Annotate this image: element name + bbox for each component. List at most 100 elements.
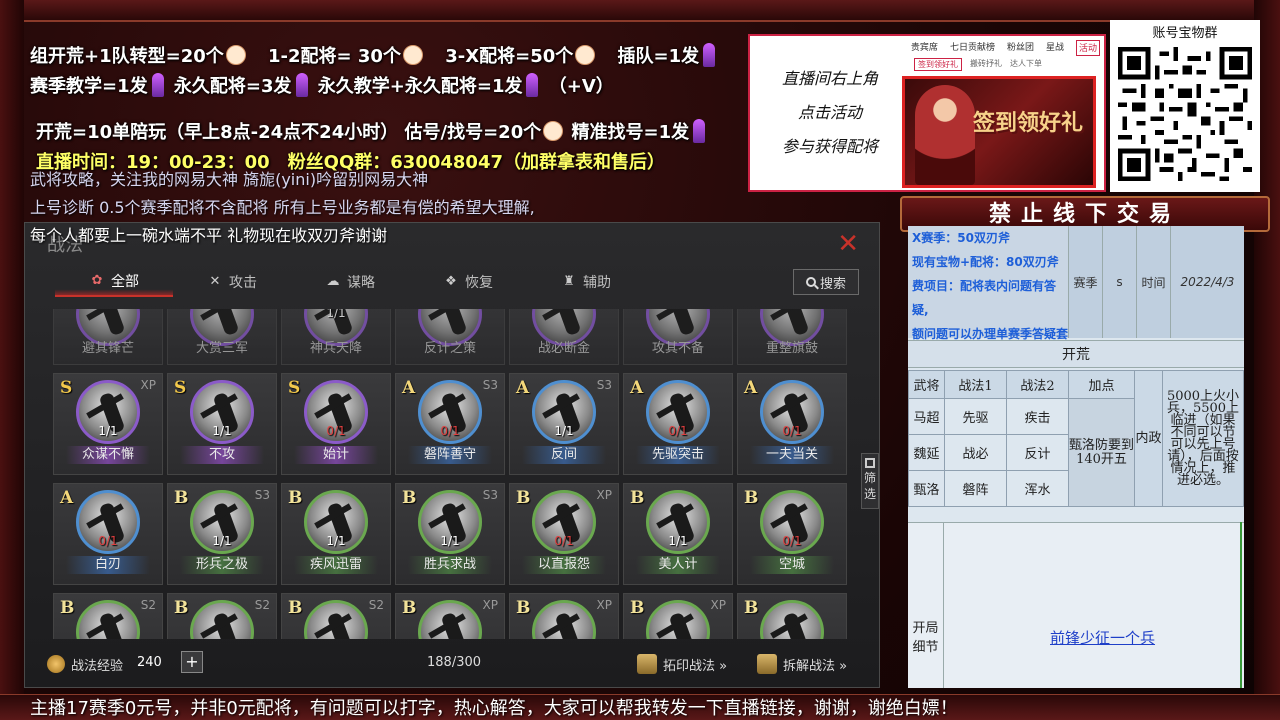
tactic-card[interactable]: A 0/1 一夫当关 (737, 373, 847, 475)
tactic-card[interactable]: B XP 0/1 以直报怨 (509, 483, 619, 585)
tactic-art-icon (304, 600, 368, 639)
sheet-header-cell: 时间 (1136, 226, 1170, 338)
tactic-grade: B (630, 488, 645, 508)
tactic-name: 美人计 (636, 556, 720, 574)
tactic-count: 1/1 (326, 309, 346, 320)
tactic-season: XP (140, 378, 156, 392)
tactic-grade: B (288, 488, 303, 508)
character-figure (915, 85, 975, 185)
tactics-window: 战法 ✕ ✿ 全部 ✕ 攻击 ☁ 谋略 ❖ 恢复 ♜ 辅助 搜索 避其锋芒 大赏三军 1/1 神… (24, 222, 880, 688)
tactic-card[interactable]: A 0/1 先驱突击 (623, 373, 733, 475)
tactic-card[interactable]: B XP (395, 593, 505, 639)
tactic-card[interactable]: B 0/1 空城 (737, 483, 847, 585)
search-icon (805, 277, 816, 287)
tactic-grade: A (630, 378, 644, 398)
tactic-card[interactable]: S XP 1/1 众谋不懈 (53, 373, 163, 475)
tactic-grade: B (744, 598, 759, 618)
qr-code-icon (1118, 47, 1252, 181)
tactic-count: 1/1 (440, 534, 460, 548)
tactic-card[interactable]: A 0/1 白刃 (53, 483, 163, 585)
tactic-grade: B (630, 598, 645, 618)
tactic-card[interactable]: A S3 1/1 反间 (509, 373, 619, 475)
tactic-card[interactable]: 攻其不备 (623, 309, 733, 365)
tab-all[interactable]: ✿ 全部 (55, 267, 173, 297)
tactic-count: 0/1 (668, 424, 688, 438)
event-banner[interactable]: 直播间右上角 点击活动 参与获得配将 贵宾席 七日贡献榜 粉丝团 星战 活动 签… (748, 34, 1106, 192)
rocket-icon (693, 119, 706, 143)
sheet-col-header: 加点 (1068, 370, 1135, 399)
tactic-card[interactable]: B S3 1/1 胜兵求战 (395, 483, 505, 585)
banner-subtab[interactable]: 搬砖抒礼 (970, 58, 1002, 71)
tactic-card[interactable]: 大赏三军 (167, 309, 277, 365)
tactic-name: 胜兵求战 (408, 556, 492, 574)
tactic-season: S2 (368, 598, 384, 612)
tactic-art-icon (532, 600, 596, 639)
add-exp-button[interactable]: + (181, 651, 203, 673)
loadout-sheet: X赛季：50双刃斧 现有宝物+配将：80双刃斧 费项目：配将表内问题有答疑, 额… (908, 226, 1244, 688)
tactic-card[interactable]: 重整旗鼓 (737, 309, 847, 365)
baby-emoji-icon (402, 45, 423, 65)
tactic-season: XP (710, 598, 726, 612)
tab-recovery[interactable]: ❖ 恢复 (409, 267, 527, 297)
tactic-name: 避其锋芒 (81, 341, 134, 356)
filter-button[interactable]: 筛选 (861, 453, 879, 509)
tactic-card[interactable]: 反计之策 (395, 309, 505, 365)
tactic-card[interactable]: B (737, 593, 847, 639)
banner-tab[interactable]: 贵宾席 (911, 40, 938, 56)
sheet-note: 5000上火小兵，5500上临进（如果不同可以节可以先上号请），后面按情况上，推… (1162, 370, 1244, 507)
tactic-card[interactable]: B S3 1/1 形兵之极 (167, 483, 277, 585)
tab-support[interactable]: ♜ 辅助 (527, 267, 645, 297)
banner-tab-activity[interactable]: 活动 (1075, 40, 1100, 56)
banner-subtab[interactable]: 达人下单 (1010, 58, 1042, 71)
tactic-season: S3 (596, 378, 612, 392)
exp-value: 240 (137, 655, 162, 670)
tactic-card[interactable]: 避其锋芒 (53, 309, 163, 365)
tactic-card[interactable]: B S2 (281, 593, 391, 639)
sheet-link[interactable]: 前锋少征一个兵 (1050, 627, 1155, 648)
tactic-card[interactable]: B XP (509, 593, 619, 639)
rocket-icon (151, 73, 164, 97)
tactic-card[interactable]: B XP (623, 593, 733, 639)
sheet-section-title: 开荒 (908, 340, 1244, 368)
tactic-card[interactable]: 战必断金 (509, 309, 619, 365)
tactic-card[interactable]: B 1/1 美人计 (623, 483, 733, 585)
banner-subtab[interactable]: 签到领好礼 (914, 58, 962, 71)
tactic-card[interactable]: S 1/1 不攻 (167, 373, 277, 475)
tactic-grid-viewport[interactable]: 避其锋芒 大赏三军 1/1 神兵天降 反计之策 战必断金 攻其不备 重整旗鼓 S XP 1/1 众谋不… (53, 309, 853, 639)
tactic-grade: B (60, 598, 75, 618)
disassemble-tactic-button[interactable]: 拆解战法 » (757, 651, 847, 677)
banner-promo-image[interactable]: 签到领好礼 (902, 76, 1096, 188)
tab-strategy[interactable]: ☁ 谋略 (291, 267, 409, 297)
tactic-card[interactable]: 1/1 神兵天降 (281, 309, 391, 365)
imprint-tactic-button[interactable]: 拓印战法 » (637, 651, 727, 677)
tactic-card[interactable]: B S2 (53, 593, 163, 639)
tactic-count: 0/1 (326, 424, 346, 438)
tactic-name: 疾风迅雷 (294, 556, 378, 574)
tactic-grade: B (288, 598, 303, 618)
tactic-card[interactable]: S 0/1 始计 (281, 373, 391, 475)
tactic-season: S3 (482, 378, 498, 392)
tactic-card[interactable]: B S2 (167, 593, 277, 639)
tactic-count: 1/1 (98, 424, 118, 438)
tactic-name: 始计 (294, 446, 378, 464)
tactic-grade: S (174, 378, 187, 398)
tab-attack[interactable]: ✕ 攻击 (173, 267, 291, 297)
overlay-line-3: 开荒=10单陪玩（早上8点-24点不24小时） 估号/找号=20个 精准找号=1… (36, 118, 709, 144)
sheet-side-label: 内政 (1134, 370, 1163, 507)
sheet-lower-section: 开局细节 前锋少征一个兵 (908, 522, 1244, 688)
tactic-count: 0/1 (782, 534, 802, 548)
sheet-lower-label: 开局细节 (908, 523, 944, 688)
search-button[interactable]: 搜索 (793, 269, 859, 295)
tactic-card[interactable]: B 1/1 疾风迅雷 (281, 483, 391, 585)
close-icon[interactable]: ✕ (837, 231, 859, 257)
banner-tabs: 贵宾席 七日贡献榜 粉丝团 星战 活动 (900, 40, 1100, 56)
tactic-count: 0/1 (782, 424, 802, 438)
tactic-card[interactable]: A S3 0/1 磐阵善守 (395, 373, 505, 475)
tactic-name: 不攻 (180, 446, 264, 464)
sheet-cell: 磐阵 (944, 470, 1007, 507)
sheet-header: X赛季：50双刃斧 现有宝物+配将：80双刃斧 费项目：配将表内问题有答疑, 额… (908, 226, 1244, 365)
banner-tab[interactable]: 七日贡献榜 (950, 40, 995, 56)
tactic-name: 神兵天降 (309, 341, 362, 356)
banner-tab[interactable]: 粉丝团 (1007, 40, 1034, 56)
banner-tab[interactable]: 星战 (1046, 40, 1064, 56)
